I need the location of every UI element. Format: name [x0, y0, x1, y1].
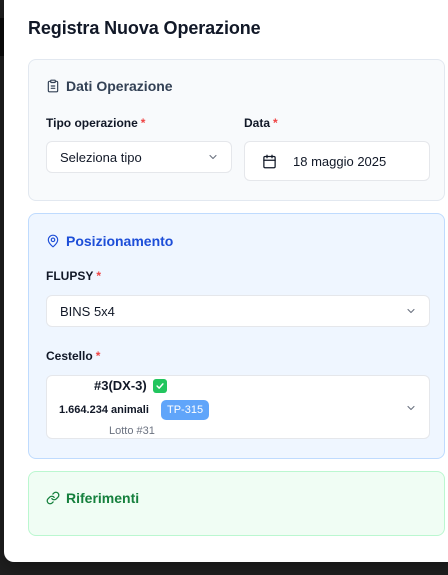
dialog-title: Registra Nuova Operazione — [28, 18, 261, 38]
chevron-down-icon — [207, 151, 219, 163]
required-mark: * — [140, 116, 146, 130]
link-icon — [46, 491, 60, 505]
cestello-name-text: #3(DX-3) — [94, 378, 147, 393]
clipboard-icon — [46, 79, 60, 93]
tipo-operazione-label-text: Tipo operazione — [46, 116, 138, 130]
cestello-label: Cestello * — [46, 349, 100, 363]
flupsy-label-text: FLUPSY — [46, 269, 94, 283]
flupsy-select[interactable]: BINS 5x4 — [46, 295, 430, 327]
riferimenti-section: Riferimenti — [28, 471, 445, 536]
data-label: Data * — [244, 116, 278, 130]
tipo-operazione-select[interactable]: Seleziona tipo — [46, 141, 232, 173]
cestello-name: #3(DX-3) — [94, 378, 167, 393]
check-icon — [152, 378, 167, 393]
dati-operazione-heading: Dati Operazione — [46, 78, 173, 94]
tipo-operazione-value: Seleziona tipo — [60, 149, 142, 165]
flupsy-value: BINS 5x4 — [60, 303, 115, 319]
cestello-tag-badge: TP-315 — [161, 400, 210, 420]
posizionamento-heading: Posizionamento — [46, 233, 173, 249]
riferimenti-heading[interactable]: Riferimenti — [46, 490, 139, 506]
new-operation-dialog: Registra Nuova Operazione Dati Operazion… — [4, 0, 448, 562]
posizionamento-title: Posizionamento — [66, 233, 174, 249]
cestello-lotto: Lotto #31 — [109, 425, 155, 437]
map-pin-icon — [46, 234, 60, 248]
chevron-down-icon — [405, 402, 417, 414]
required-mark: * — [96, 269, 102, 283]
tipo-operazione-label: Tipo operazione * — [46, 116, 145, 130]
date-picker-button[interactable]: 18 maggio 2025 — [244, 141, 430, 181]
flupsy-label: FLUPSY * — [46, 269, 101, 283]
required-mark: * — [273, 116, 278, 130]
riferimenti-title: Riferimenti — [66, 490, 140, 506]
posizionamento-section: Posizionamento FLUPSY * BINS 5x4 Cestello… — [28, 213, 445, 459]
cestello-animali: 1.664.234 animali — [59, 404, 149, 416]
data-label-text: Data — [244, 116, 271, 130]
required-mark: * — [95, 349, 101, 363]
calendar-icon — [262, 154, 277, 169]
cestello-label-text: Cestello — [46, 349, 93, 363]
chevron-down-icon — [405, 305, 417, 317]
date-value: 18 maggio 2025 — [293, 153, 387, 169]
dati-operazione-section: Dati Operazione Tipo operazione * Selezio… — [28, 59, 445, 201]
dati-operazione-title: Dati Operazione — [66, 78, 173, 94]
cestello-select[interactable]: #3(DX-3) 1.664.234 animali TP-315 Lotto … — [46, 375, 430, 439]
